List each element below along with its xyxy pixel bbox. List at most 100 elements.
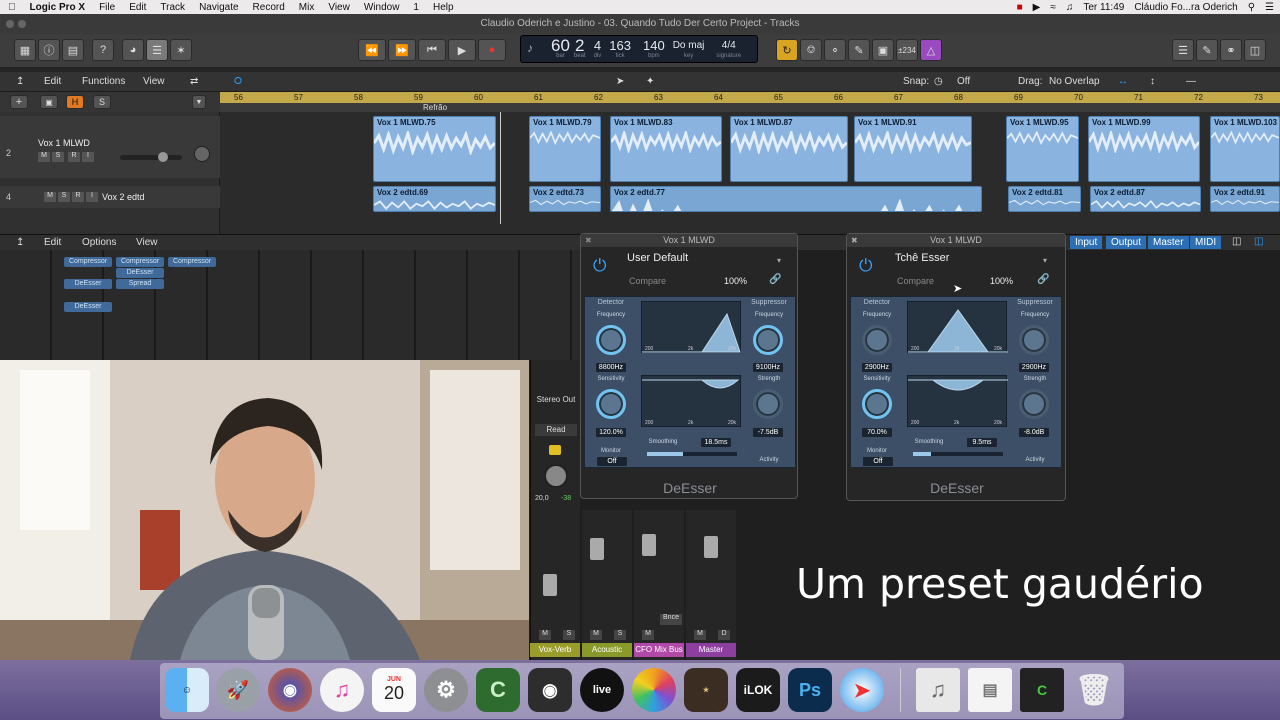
safari-icon[interactable]: ➤ xyxy=(840,668,884,712)
acoustic-solo-button[interactable]: S xyxy=(614,630,626,640)
menu-edit[interactable]: Edit xyxy=(129,2,146,13)
metronome-button[interactable]: △ xyxy=(920,39,942,61)
suppressor-frequency-knob[interactable] xyxy=(753,325,783,355)
track-header-1[interactable]: 2 Vox 1 MLWD M S R I xyxy=(0,116,220,178)
menu-help[interactable]: Help xyxy=(433,2,454,13)
stereo-out-solo-button[interactable]: S xyxy=(563,630,575,640)
apple-icon[interactable]:  xyxy=(8,2,16,13)
detector-frequency-knob[interactable] xyxy=(596,325,626,355)
system-preferences-icon[interactable]: ⚙ xyxy=(424,668,468,712)
preset-menu[interactable]: Tchê Esser xyxy=(895,252,949,264)
record-status-icon[interactable]: ■ xyxy=(1017,2,1023,13)
group-icon[interactable] xyxy=(549,445,561,455)
flex-icon[interactable]: ⭘ xyxy=(234,76,242,87)
monitor-select[interactable]: Off xyxy=(597,457,627,466)
audio-region[interactable]: Vox 1 MLWD.99 xyxy=(1088,116,1200,182)
mixer-tab-output[interactable]: Output xyxy=(1106,236,1147,249)
mixer-button[interactable]: ☰ xyxy=(146,39,168,61)
audio-region[interactable]: Vox 1 MLWD.87 xyxy=(730,116,848,182)
track-record-button[interactable]: R xyxy=(68,152,80,162)
disk-utility-icon[interactable]: ◉ xyxy=(528,668,572,712)
plugin-mix-percent[interactable]: 100% xyxy=(724,276,747,286)
plugin-close-button[interactable]: ✖ xyxy=(851,236,858,245)
smoothing-slider[interactable] xyxy=(647,452,737,456)
audio-region[interactable]: Vox 2 edtd.91 xyxy=(1210,186,1280,212)
play-button[interactable]: ▶ xyxy=(448,39,476,61)
track-input-monitor-button[interactable]: I xyxy=(86,192,98,202)
automation-read-button[interactable]: Read xyxy=(535,424,577,436)
track-volume-slider[interactable] xyxy=(120,152,182,162)
link-icon[interactable]: 🔗 xyxy=(1037,274,1049,285)
trash-icon[interactable]: 🗑 xyxy=(1072,668,1116,712)
mixer-single-view-icon[interactable]: ◫ xyxy=(1232,236,1241,247)
plugin-slot-deesser[interactable]: DeEsser xyxy=(64,279,112,289)
audio-region[interactable]: Vox 2 edtd.77 xyxy=(610,186,982,212)
drag-select[interactable]: No Overlap xyxy=(1049,76,1100,87)
plugin-slot-deesser[interactable]: DeEsser xyxy=(116,268,164,278)
strength-value[interactable]: -7.5dB xyxy=(753,428,783,437)
mixer-options-menu[interactable]: Options xyxy=(82,237,116,248)
sensitivity-knob[interactable] xyxy=(862,389,892,419)
mixer-view-menu[interactable]: View xyxy=(136,237,158,248)
track-menu-button[interactable]: ▼ xyxy=(192,95,206,109)
cubase-icon[interactable]: C xyxy=(476,668,520,712)
volume-icon[interactable]: ♫ xyxy=(1066,2,1074,13)
plugin-close-button[interactable]: ✖ xyxy=(585,236,592,245)
acoustic-mute-button[interactable]: M xyxy=(590,630,602,640)
launchpad-icon[interactable]: 🚀 xyxy=(216,668,260,712)
finder-icon[interactable]: ☺ xyxy=(165,668,209,712)
audio-region[interactable]: Vox 1 MLWD.91 xyxy=(854,116,972,182)
window-close-button[interactable] xyxy=(6,20,14,28)
smoothing-value[interactable]: 9.5ms xyxy=(967,438,997,447)
photoshop-icon[interactable]: Ps xyxy=(788,668,832,712)
track-name[interactable]: Vox 2 edtd xyxy=(102,192,145,202)
suppressor-frequency-knob[interactable] xyxy=(1019,325,1049,355)
hide-track-button[interactable]: H xyxy=(66,95,84,109)
audio-region[interactable]: Vox 2 edtd.69 xyxy=(373,186,496,212)
power-icon[interactable]: ⏻ xyxy=(859,256,872,276)
strip-name-vox-verb[interactable]: Vox-Verb xyxy=(530,643,580,657)
count-in-button[interactable]: ▣ xyxy=(872,39,894,61)
tuner-button[interactable]: ⚬ xyxy=(824,39,846,61)
secondary-tool-icon[interactable]: ✦ xyxy=(646,76,654,87)
suppressor-frequency-value[interactable]: 2900Hz xyxy=(1019,363,1049,372)
sensitivity-knob[interactable] xyxy=(596,389,626,419)
master-dim-button[interactable]: D xyxy=(718,630,730,640)
menu-record[interactable]: Record xyxy=(253,2,285,13)
track-solo-button[interactable]: S xyxy=(52,152,64,162)
mixer-tab-input[interactable]: Input xyxy=(1070,236,1103,249)
smart-controls-button[interactable]: ◕ xyxy=(122,39,144,61)
plugin-slot-spread[interactable]: Spread xyxy=(116,279,164,289)
plugin-slot-deesser[interactable]: DeEsser xyxy=(64,302,112,312)
audio-region[interactable]: Vox 1 MLWD.103 xyxy=(1210,116,1280,182)
cubase-stack-icon[interactable]: C xyxy=(1020,668,1064,712)
strip-name-cfo-mix-bus[interactable]: CFO Mix Bus xyxy=(634,643,684,657)
audio-region[interactable]: Vox 1 MLWD.95 xyxy=(1006,116,1079,182)
mixer-up-icon[interactable]: ↥ xyxy=(16,237,24,248)
sensitivity-value[interactable]: 70.0% xyxy=(862,428,892,437)
photos-icon[interactable] xyxy=(632,668,676,712)
tracks-up-icon[interactable]: ↥ xyxy=(16,76,24,87)
music-document-icon[interactable]: ♫ xyxy=(916,668,960,712)
menu-track[interactable]: Track xyxy=(160,2,185,13)
strip-name-master[interactable]: Master xyxy=(686,643,736,657)
strength-knob[interactable] xyxy=(753,389,783,419)
browser-button[interactable]: ◫ xyxy=(1244,39,1266,61)
audio-region[interactable]: Vox 1 MLWD.83 xyxy=(610,116,722,182)
window-minimize-button[interactable] xyxy=(18,20,26,28)
track-mute-button[interactable]: M xyxy=(44,192,56,202)
preset-menu[interactable]: User Default xyxy=(627,252,688,264)
mixer-tab-midi[interactable]: MIDI xyxy=(1190,236,1222,249)
audio-region[interactable]: Vox 1 MLWD.75 xyxy=(373,116,496,182)
detector-frequency-value[interactable]: 2900Hz xyxy=(862,363,892,372)
snap-select[interactable]: Off xyxy=(957,76,970,87)
compare-button[interactable]: Compare xyxy=(629,276,666,286)
list-editors-button[interactable]: ☰ xyxy=(1172,39,1194,61)
calendar-icon[interactable]: JUN 20 xyxy=(372,668,416,712)
preset-chevron-icon[interactable]: ▾ xyxy=(1043,256,1047,265)
track-pan-knob[interactable] xyxy=(194,146,210,162)
menu-mix[interactable]: Mix xyxy=(299,2,315,13)
tracks-view-menu[interactable]: View xyxy=(143,76,165,87)
deesser-plugin-window-1[interactable]: Vox 1 MLWD ✖ ⏻ User Default ▾ Compare 10… xyxy=(580,233,798,499)
global-solo-button[interactable]: S xyxy=(93,95,111,109)
